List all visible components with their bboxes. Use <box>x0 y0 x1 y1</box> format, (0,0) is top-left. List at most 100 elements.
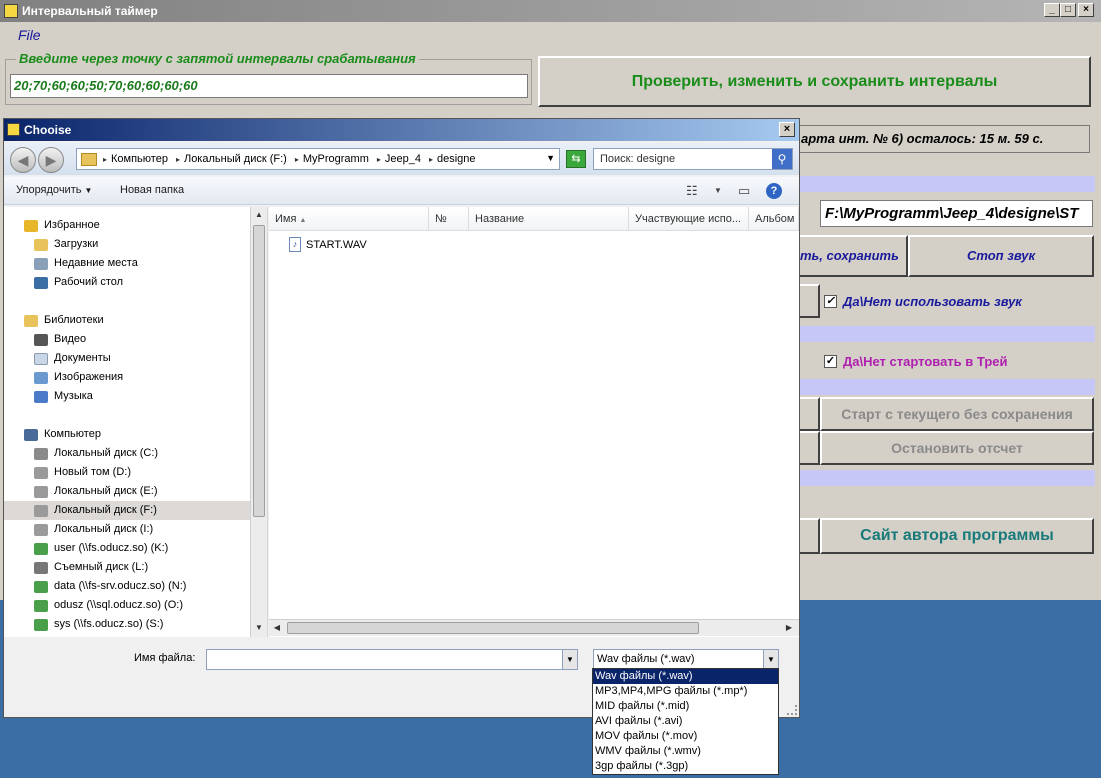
organize-button[interactable]: Упорядочить ▼ <box>16 184 92 196</box>
nav-drive-d[interactable]: Новый том (D:) <box>34 463 131 482</box>
file-type-option[interactable]: 3gp файлы (*.3gp) <box>593 759 778 774</box>
search-icon[interactable]: ⚲ <box>772 149 792 169</box>
start-current-button[interactable]: Старт с текущего без сохранения <box>820 397 1094 431</box>
breadcrumb[interactable]: ▸ Компьютер ▸ Локальный диск (F:) ▸ MyPr… <box>76 148 560 170</box>
sound-spin-box[interactable] <box>798 284 820 318</box>
column-album[interactable]: Альбом <box>749 207 799 231</box>
save-sound-button[interactable]: ть, сохранить <box>798 235 908 277</box>
nav-label: Компьютер <box>44 428 101 440</box>
start-button-partial[interactable] <box>798 397 820 431</box>
minimize-button[interactable]: _ <box>1044 3 1060 17</box>
column-title[interactable]: Название <box>469 207 629 231</box>
column-name[interactable]: Имя ▲ <box>269 207 429 231</box>
nav-computer[interactable]: Компьютер <box>24 425 101 444</box>
documents-icon <box>34 352 48 365</box>
nav-label: Съемный диск (L:) <box>54 561 149 573</box>
nav-drive-n[interactable]: data (\\fs-srv.oducz.so) (N:) <box>34 577 186 596</box>
sound-path-field[interactable]: F:\MyProgramm\Jeep_4\designe\ST <box>820 200 1093 227</box>
stop-button-partial[interactable] <box>798 431 820 465</box>
left-button-partial[interactable] <box>798 518 820 554</box>
nav-recent-places[interactable]: Недавние места <box>34 254 138 273</box>
back-button[interactable]: ◀ <box>10 147 36 173</box>
nav-drive-k[interactable]: user (\\fs.oducz.so) (K:) <box>34 539 168 558</box>
column-artists[interactable]: Участвующие испо... <box>629 207 749 231</box>
nav-drive-l[interactable]: Съемный диск (L:) <box>34 558 148 577</box>
file-hscroll-thumb[interactable] <box>287 622 699 634</box>
refresh-button[interactable]: ⇆ <box>566 150 586 168</box>
crumb-arrow-icon: ▸ <box>103 154 108 164</box>
filename-input[interactable]: ▼ <box>206 649 578 670</box>
nav-libraries[interactable]: Библиотеки <box>24 311 104 330</box>
nav-images[interactable]: Изображения <box>34 368 123 387</box>
nav-video[interactable]: Видео <box>34 330 86 349</box>
main-titlebar: Интервальный таймер _ □ × <box>0 0 1101 22</box>
crumb-drive-f[interactable]: Локальный диск (F:) <box>184 153 287 165</box>
new-folder-button[interactable]: Новая папка <box>120 184 184 196</box>
use-sound-check-icon[interactable]: ✓ <box>824 295 837 308</box>
crumb-myprogramm[interactable]: MyProgramm <box>303 153 369 165</box>
use-sound-checkbox[interactable]: ✓ Да\Нет использовать звук <box>824 294 1022 309</box>
intervals-input[interactable]: 20;70;60;60;50;70;60;60;60;60 <box>10 74 528 98</box>
nav-drive-f[interactable]: Локальный диск (F:) <box>4 501 250 520</box>
menu-file[interactable]: File <box>18 27 41 43</box>
stop-sound-button[interactable]: Стоп звук <box>908 235 1094 277</box>
images-icon <box>34 371 48 384</box>
start-tray-check-icon[interactable]: ✓ <box>824 355 837 368</box>
nav-downloads[interactable]: Загрузки <box>34 235 98 254</box>
maximize-button[interactable]: □ <box>1060 3 1076 17</box>
menubar: File <box>0 24 1101 46</box>
file-type-option[interactable]: MP3,MP4,MPG файлы (*.mp*) <box>593 684 778 699</box>
views-icon[interactable]: ☷ <box>686 183 698 199</box>
scroll-right-icon[interactable]: ▶ <box>781 620 797 636</box>
file-item[interactable]: ♪ START.WAV <box>289 237 367 252</box>
dialog-close-button[interactable]: × <box>779 122 795 137</box>
file-type-option[interactable]: MID файлы (*.mid) <box>593 699 778 714</box>
preview-pane-icon[interactable]: ▭ <box>738 183 750 199</box>
forward-button[interactable]: ▶ <box>38 147 64 173</box>
nav-documents[interactable]: Документы <box>34 349 111 368</box>
nav-music[interactable]: Музыка <box>34 387 93 406</box>
file-type-dropdown-icon[interactable]: ▼ <box>763 649 779 670</box>
address-dropdown-icon[interactable]: ▼ <box>546 153 555 163</box>
nav-label: data (\\fs-srv.oducz.so) (N:) <box>54 580 187 592</box>
nav-drive-i[interactable]: Локальный диск (I:) <box>34 520 153 539</box>
file-type-option[interactable]: AVI файлы (*.avi) <box>593 714 778 729</box>
scroll-down-icon[interactable]: ▼ <box>251 620 267 636</box>
filename-label: Имя файла: <box>134 652 196 664</box>
close-button[interactable]: × <box>1078 3 1094 17</box>
check-save-intervals-button[interactable]: Проверить, изменить и сохранить интервал… <box>538 56 1091 107</box>
nav-drive-e[interactable]: Локальный диск (E:) <box>34 482 158 501</box>
crumb-jeep4[interactable]: Jeep_4 <box>385 153 421 165</box>
nav-scrollbar[interactable]: ▲ ▼ <box>250 207 267 637</box>
filename-dropdown-icon[interactable]: ▼ <box>562 649 578 670</box>
nav-label: Локальный диск (C:) <box>54 447 159 459</box>
nav-drive-s[interactable]: sys (\\fs.oducz.so) (S:) <box>34 615 163 634</box>
stop-count-button[interactable]: Остановить отсчет <box>820 431 1094 465</box>
column-number[interactable]: № <box>429 207 469 231</box>
scroll-up-icon[interactable]: ▲ <box>251 207 267 223</box>
search-input[interactable]: Поиск: designe ⚲ <box>593 148 793 170</box>
nav-drive-c[interactable]: Локальный диск (C:) <box>34 444 158 463</box>
network-drive-icon <box>34 580 48 593</box>
resize-grip[interactable] <box>787 705 797 715</box>
start-tray-checkbox[interactable]: ✓ Да\Нет стартовать в Трей <box>824 354 1008 369</box>
file-type-select[interactable]: Wav файлы (*.wav) ▼ <box>593 649 779 670</box>
network-drive-icon <box>34 542 48 555</box>
file-type-option[interactable]: Wav файлы (*.wav) <box>593 669 778 684</box>
file-type-option[interactable]: MOV файлы (*.mov) <box>593 729 778 744</box>
recent-places-icon <box>34 257 48 270</box>
file-type-option[interactable]: WMV файлы (*.wmv) <box>593 744 778 759</box>
nav-scroll-thumb[interactable] <box>253 225 265 517</box>
author-site-button[interactable]: Сайт автора программы <box>820 518 1094 554</box>
crumb-computer[interactable]: Компьютер <box>111 153 168 165</box>
file-hscrollbar[interactable]: ◀ ▶ <box>269 619 799 636</box>
nav-desktop[interactable]: Рабочий стол <box>34 273 123 292</box>
downloads-icon <box>34 238 48 251</box>
scroll-left-icon[interactable]: ◀ <box>269 620 285 636</box>
help-icon[interactable]: ? <box>766 183 782 199</box>
crumb-designe[interactable]: designe <box>437 153 476 165</box>
separator-strip <box>798 176 1095 192</box>
nav-favorites[interactable]: Избранное <box>24 216 100 235</box>
nav-drive-o[interactable]: odusz (\\sql.oducz.so) (O:) <box>34 596 183 615</box>
views-dropdown-icon[interactable]: ▼ <box>714 186 722 195</box>
